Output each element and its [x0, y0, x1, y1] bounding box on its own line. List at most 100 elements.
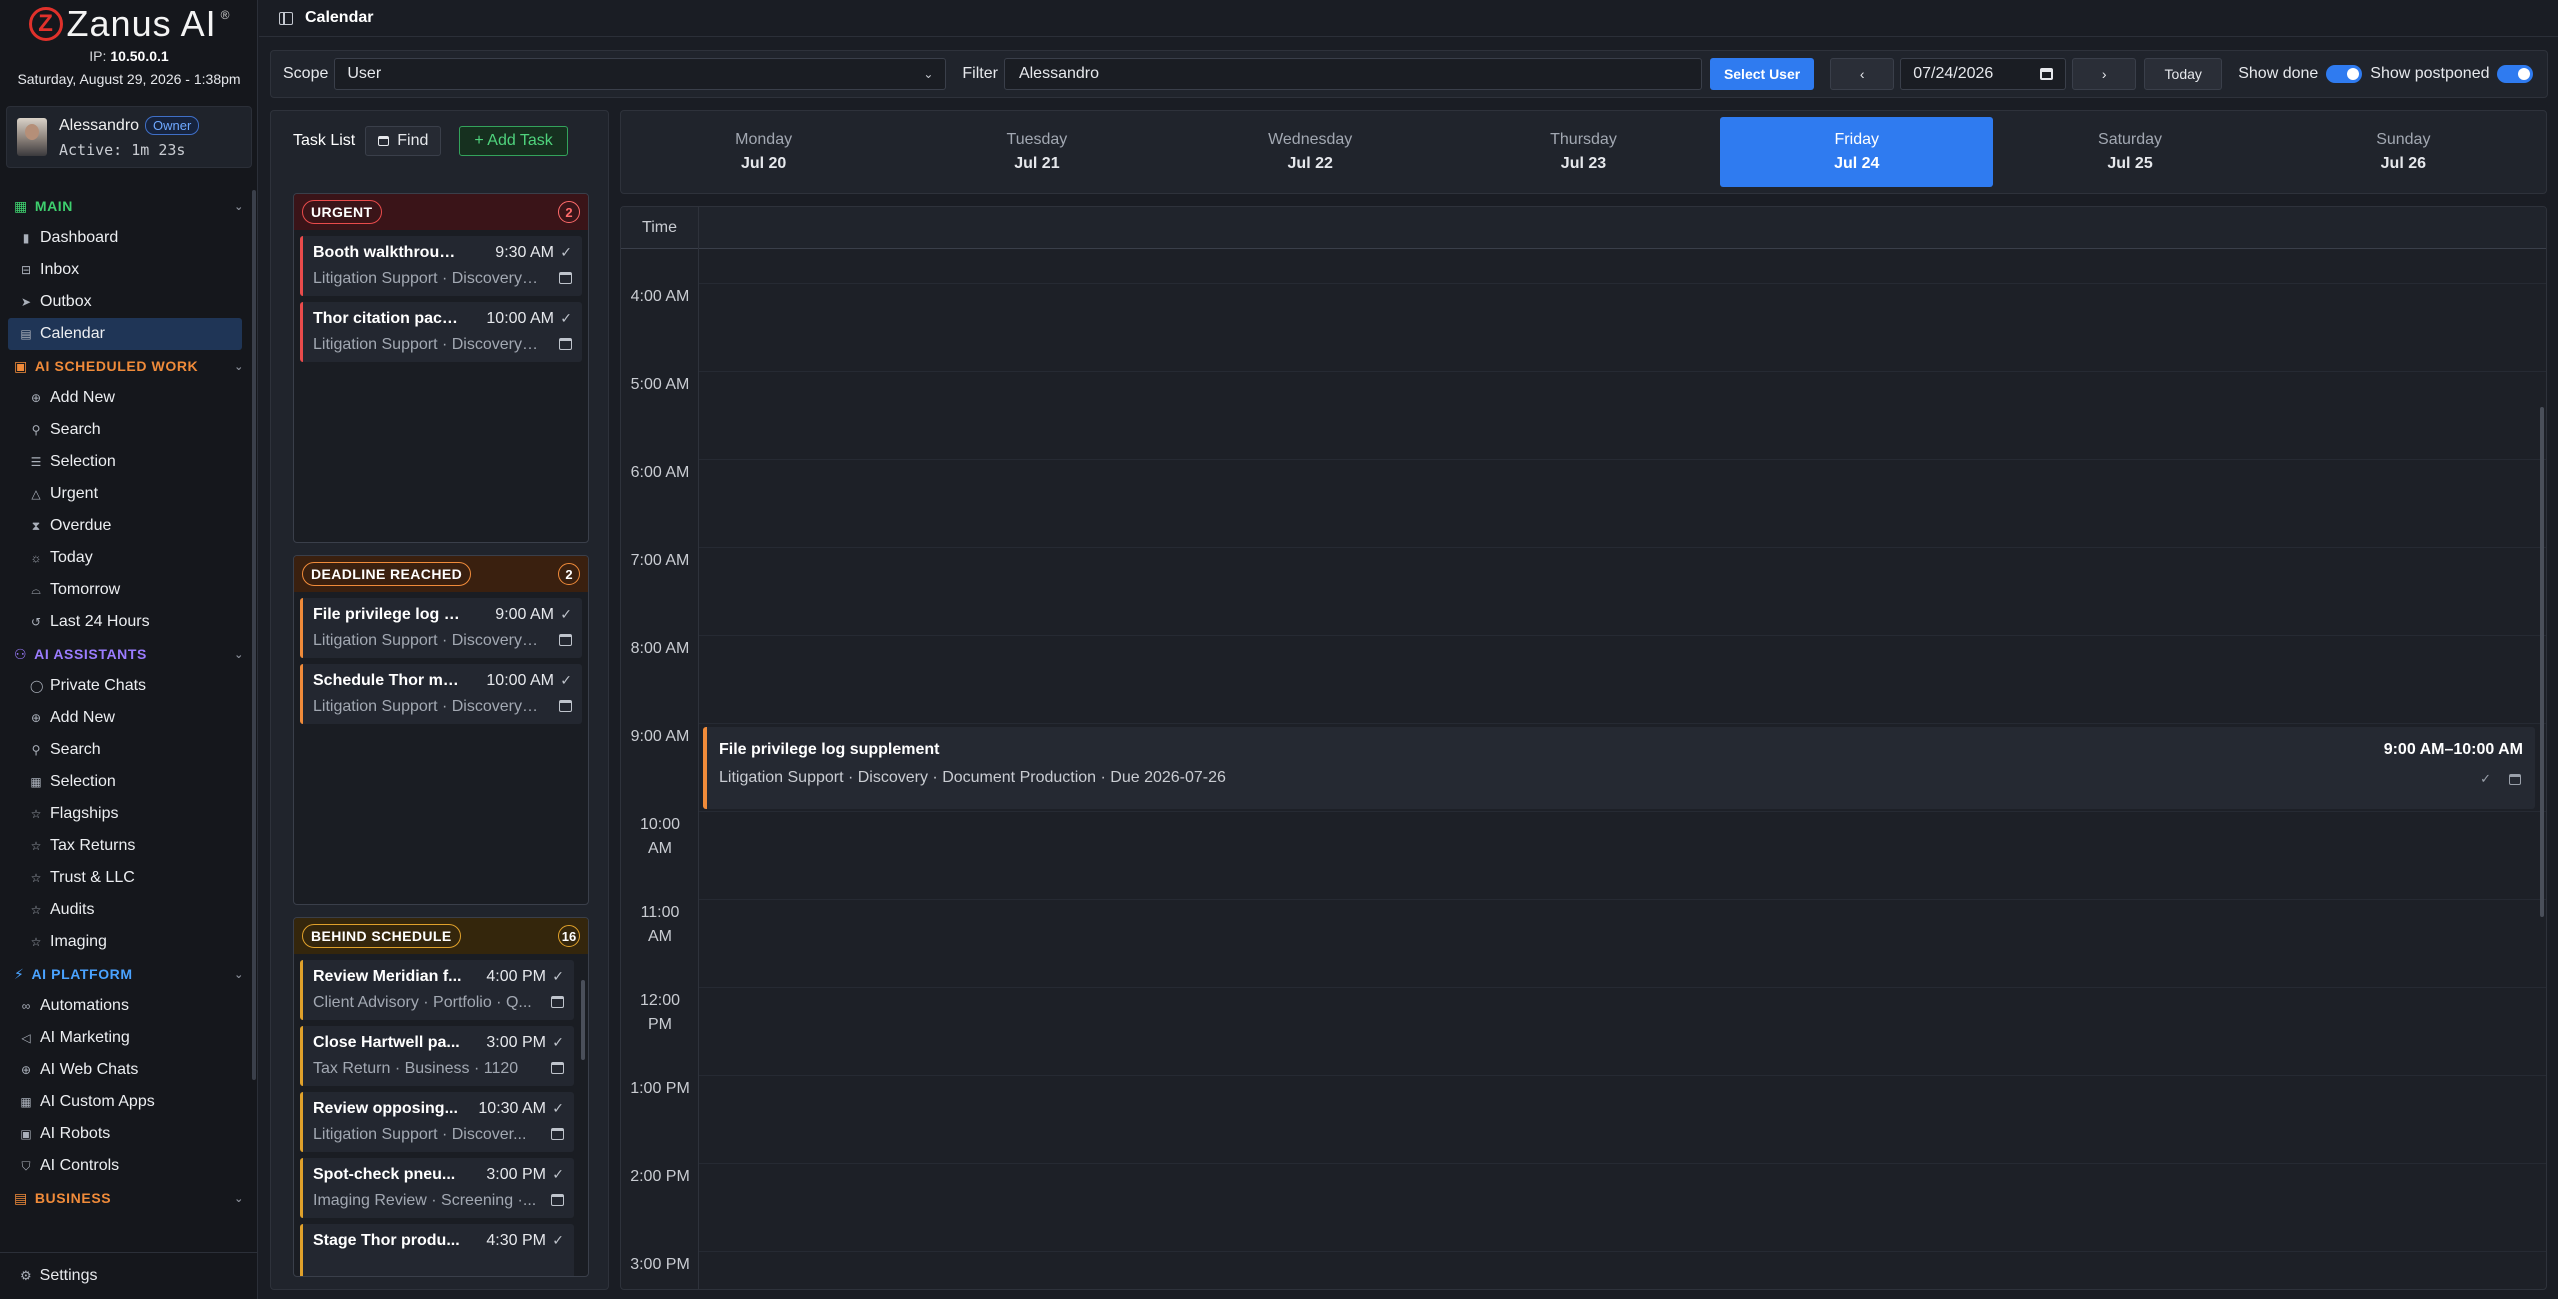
hour-gridline — [699, 1251, 2546, 1252]
day-thursday[interactable]: Thursday Jul 23 — [1447, 117, 1720, 187]
reschedule-icon[interactable] — [2509, 774, 2521, 785]
nav-section-business[interactable]: ▤ BUSINESS ⌄ — [0, 1182, 258, 1214]
sidebar-item-ai-custom-apps[interactable]: ▦ AI Custom Apps — [0, 1086, 258, 1118]
task-item[interactable]: File privilege log s... 9:00 AM Litigatio… — [300, 598, 582, 658]
sidebar-item-tax-returns[interactable]: ☆ Tax Returns — [0, 830, 258, 862]
day-monday[interactable]: Monday Jul 20 — [627, 117, 900, 187]
add-task-button[interactable]: + Add Task — [459, 126, 568, 156]
check-icon[interactable]: ✓ — [552, 1166, 564, 1183]
prev-week-button[interactable]: ‹ — [1830, 58, 1895, 90]
sidebar-item-work-add-new[interactable]: ⊕ Add New — [0, 382, 258, 414]
task-item[interactable]: Thor citation pack... 10:00 AM Litigation… — [300, 302, 582, 362]
sidebar-item-work-urgent[interactable]: △ Urgent — [0, 478, 258, 510]
nav-section-ai-scheduled-work[interactable]: ▣ AI SCHEDULED WORK ⌄ — [0, 350, 258, 382]
task-item[interactable]: Review opposing... 10:30 AM Litigation Su… — [300, 1092, 574, 1152]
day-wednesday[interactable]: Wednesday Jul 22 — [1174, 117, 1447, 187]
sidebar-item-ai-marketing[interactable]: ◁ AI Marketing — [0, 1022, 258, 1054]
filter-input[interactable] — [1003, 58, 1702, 90]
today-button[interactable]: Today — [2144, 58, 2223, 90]
reschedule-icon[interactable] — [559, 338, 572, 350]
check-icon[interactable]: ✓ — [560, 310, 572, 327]
check-icon[interactable]: ✓ — [552, 1232, 564, 1249]
sidebar-item-work-search[interactable]: ⚲ Search — [0, 414, 258, 446]
day-sunday[interactable]: Sunday Jul 26 — [2267, 117, 2540, 187]
task-group-scrollbar[interactable] — [581, 980, 585, 1060]
day-saturday[interactable]: Saturday Jul 25 — [1993, 117, 2266, 187]
task-item[interactable]: Close Hartwell pa... 3:00 PM Tax Return ·… — [300, 1026, 574, 1086]
sidebar-item-inbox[interactable]: ⊟ Inbox — [0, 254, 258, 286]
brand-logo[interactable]: Z Zanus AI ® — [0, 3, 258, 44]
nav-section-ai-assistants[interactable]: ⚇ AI ASSISTANTS ⌄ — [0, 638, 258, 670]
reschedule-icon[interactable] — [551, 1062, 564, 1074]
reschedule-icon[interactable] — [551, 1128, 564, 1140]
date-picker[interactable]: 07/24/2026 — [1900, 58, 2067, 90]
sidebar-item-settings[interactable]: ⚙ Settings — [0, 1252, 258, 1299]
find-button[interactable]: Find — [365, 126, 442, 156]
reschedule-icon[interactable] — [559, 272, 572, 284]
sidebar-item-ai-web-chats[interactable]: ⊕ AI Web Chats — [0, 1054, 258, 1086]
sidebar-item-automations[interactable]: ∞ Automations — [0, 990, 258, 1022]
sidebar-item-audits[interactable]: ☆ Audits — [0, 894, 258, 926]
task-item[interactable]: Stage Thor produ... 4:30 PM ✓ — [300, 1224, 574, 1276]
sidebar-item-work-today[interactable]: ☼ Today — [0, 542, 258, 574]
calendar-icon[interactable] — [2040, 68, 2054, 80]
sidebar-item-imaging[interactable]: ☆ Imaging — [0, 926, 258, 958]
sidebar-item-assistants-selection[interactable]: ▦ Selection — [0, 766, 258, 798]
sidebar-item-work-selection[interactable]: ☰ Selection — [0, 446, 258, 478]
sidebar-item-dashboard[interactable]: ▮ Dashboard — [0, 222, 258, 254]
task-group-header[interactable]: BEHIND SCHEDULE 16 — [294, 918, 588, 954]
show-done-toggle[interactable] — [2326, 65, 2363, 83]
user-card[interactable]: Alessandro Owner Active: 1m 23s — [6, 106, 252, 168]
sidebar-item-calendar[interactable]: ▤ Calendar — [8, 318, 242, 350]
task-item[interactable]: Booth walkthrough... 9:30 AM Litigation S… — [300, 236, 582, 296]
day-tuesday[interactable]: Tuesday Jul 21 — [900, 117, 1173, 187]
scope-select[interactable]: User ⌄ — [334, 58, 947, 90]
day-grid: Time 4:00 AM 5:00 AM 6:00 AM 7:00 AM 8:00 AM… — [620, 206, 2547, 1290]
show-postponed-toggle[interactable] — [2497, 65, 2534, 83]
task-group-header[interactable]: URGENT 2 — [294, 194, 588, 230]
task-item[interactable]: Schedule Thor me... 10:00 AM Litigation S… — [300, 664, 582, 724]
check-icon[interactable]: ✓ — [560, 244, 572, 261]
day-friday[interactable]: Friday Jul 24 — [1720, 117, 1994, 187]
sidebar-item-assistants-search[interactable]: ⚲ Search — [0, 734, 258, 766]
reschedule-icon[interactable] — [559, 700, 572, 712]
reschedule-icon[interactable] — [551, 996, 564, 1008]
check-icon[interactable]: ✓ — [2480, 771, 2491, 787]
sidebar-item-work-tomorrow[interactable]: ⌓ Tomorrow — [0, 574, 258, 606]
history-icon: ↺ — [30, 615, 42, 629]
task-group-header[interactable]: DEADLINE REACHED 2 — [294, 556, 588, 592]
reschedule-icon[interactable] — [559, 634, 572, 646]
check-icon[interactable]: ✓ — [560, 672, 572, 689]
sidebar-item-ai-controls[interactable]: ⛉ AI Controls — [0, 1150, 258, 1182]
sidebar-item-flagships[interactable]: ☆ Flagships — [0, 798, 258, 830]
group-label: BEHIND SCHEDULE — [302, 924, 461, 948]
reschedule-icon[interactable] — [551, 1194, 564, 1206]
sidebar-item-private-chats[interactable]: ◯ Private Chats — [0, 670, 258, 702]
gear-icon: ⚙ — [20, 1268, 32, 1283]
check-icon[interactable]: ✓ — [560, 606, 572, 623]
sidebar-item-outbox[interactable]: ➤ Outbox — [0, 286, 258, 318]
building-icon: ▤ — [14, 1189, 28, 1206]
sidebar-toggle-icon[interactable] — [279, 11, 293, 25]
calendar-icon — [378, 136, 390, 146]
task-item[interactable]: Spot-check pneu... 3:00 PM Imaging Review… — [300, 1158, 574, 1218]
sidebar-item-work-overdue[interactable]: ⧗ Overdue — [0, 510, 258, 542]
sidebar-item-trust-llc[interactable]: ☆ Trust & LLC — [0, 862, 258, 894]
task-item[interactable]: Review Meridian f... 4:00 PM Client Advis… — [300, 960, 574, 1020]
check-icon[interactable]: ✓ — [552, 1034, 564, 1051]
grid-scrollbar[interactable] — [2540, 407, 2544, 917]
sidebar-item-ai-robots[interactable]: ▣ AI Robots — [0, 1118, 258, 1150]
check-icon[interactable]: ✓ — [552, 1100, 564, 1117]
check-icon[interactable]: ✓ — [552, 968, 564, 985]
sidebar-item-assistants-add-new[interactable]: ⊕ Add New — [0, 702, 258, 734]
next-week-button[interactable]: › — [2072, 58, 2137, 90]
group-count: 2 — [558, 201, 580, 223]
sidebar-item-work-last-24-hours[interactable]: ↺ Last 24 Hours — [0, 606, 258, 638]
group-label: DEADLINE REACHED — [302, 562, 472, 586]
sidebar-scrollbar[interactable] — [252, 190, 256, 1080]
calendar-event[interactable]: File privilege log supplement Litigation… — [703, 727, 2535, 809]
nav-section-main[interactable]: ▦ MAIN ⌄ — [0, 190, 258, 222]
nav-section-ai-platform[interactable]: ⚡ AI PLATFORM ⌄ — [0, 958, 258, 990]
select-user-button[interactable]: Select User — [1709, 58, 1815, 90]
sidebar-nav: ▦ MAIN ⌄ ▮ Dashboard ⊟ Inbox ➤ Outbox ▤ Calen… — [0, 190, 258, 1214]
